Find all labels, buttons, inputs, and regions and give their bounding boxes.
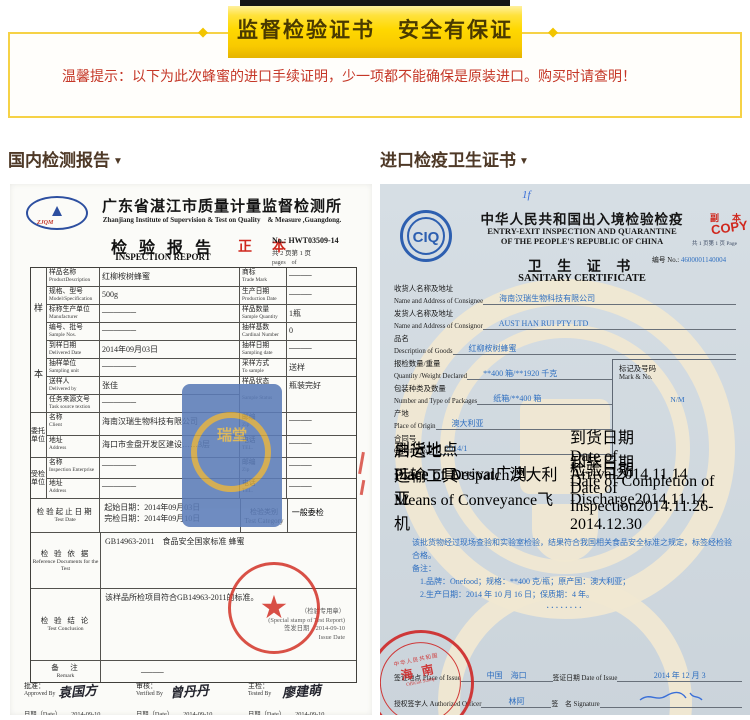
authority-name-cn: 中华人民共和国出入境检验检疫 xyxy=(460,208,704,228)
red-check-mark-icon xyxy=(358,452,365,474)
field-row: 收货人名称及地址 Name and Address of Consignee海南… xyxy=(394,284,736,309)
group-char: 样 xyxy=(34,301,43,314)
ciq-logo-icon: CIQ xyxy=(400,210,452,262)
section-header-domestic-report[interactable]: 国内检测报告▼ xyxy=(8,146,123,171)
field-row: 包装种类及数量 Number and Type of Packages纸箱/**… xyxy=(394,384,612,409)
chevron-down-icon: ▼ xyxy=(519,156,529,167)
section-header-label: 国内检测报告 xyxy=(8,151,110,170)
table-row: 样品名称ProductDescription 红柳桉树蜂蜜 商标Trade Ma… xyxy=(47,268,356,286)
authority-name-en1: ENTRY-EXIT INSPECTION AND QUARANTINE xyxy=(460,226,704,236)
signature-block: 审核： Verified By 曾丹丹 日期（Date）2014-09-10 xyxy=(136,681,248,715)
group-label-sample: 样 本 xyxy=(31,268,47,412)
field-row-two-col: 运输工具 Means of Conveyance飞机 检验日期 Date of … xyxy=(394,509,736,534)
pages-en: pages of xyxy=(272,257,368,266)
handwritten-signature: 袁国方 xyxy=(57,680,97,702)
diamond-icon: ◆ xyxy=(198,24,208,40)
pages-cn: 共 2 页第 1 页 xyxy=(272,250,311,257)
star-icon: ★ xyxy=(231,565,317,649)
field-row: 品名 Description of Goods红柳桉树蜂蜜 xyxy=(394,334,736,359)
dotted-line: ········ xyxy=(394,601,736,614)
chevron-down-icon: ▼ xyxy=(113,156,123,167)
field-row: 发货人名称及地址 Name and Address of ConsignorAU… xyxy=(394,309,736,334)
group-label-client: 委托单位 xyxy=(31,413,47,457)
sanitary-certificate: 1f CIQ 中华人民共和国出入境检验检疫 ENTRY-EXIT INSPECT… xyxy=(380,184,750,715)
test-category-value: 一般委检 xyxy=(287,499,356,532)
certificate-title-en: SANITARY CERTIFICATE xyxy=(460,273,704,284)
red-check-mark-icon xyxy=(360,480,366,495)
red-round-stamp-icon: ★ xyxy=(228,562,320,654)
seal-characters: 瑞堂 xyxy=(182,428,282,445)
gold-ring-icon xyxy=(191,412,271,492)
institute-name-en: Zhanjiang Institute of Supervision & Tes… xyxy=(72,215,372,225)
report-pages: 共 2 页第 1 页 pages of xyxy=(272,247,368,266)
banner-title: 监督检验证书 安全有保证 xyxy=(228,6,522,58)
table-row: 到样日期Delivered Date 2014年09月03日 抽样日期Sampl… xyxy=(47,340,356,358)
place-of-issue-value: 中国 海口 xyxy=(461,670,553,682)
mark-value: N/M xyxy=(619,395,736,404)
group-char: 本 xyxy=(34,367,43,380)
signature-label: 签 名 Signature xyxy=(551,698,599,708)
notice-text: 温馨提示：以下为此次蜂蜜的进口手续证明，少一项都不能确保是原装进口。购买时请查明… xyxy=(62,66,722,86)
table-row: 标称生产单位Manufacturer ────── 样品数量Sample Qua… xyxy=(47,304,356,322)
table-row: 编号、批号Sample Nos. ────── 抽样基数Cardinal Num… xyxy=(47,322,356,340)
official-red-stamp-icon: 中华人民共和国 海 南 Official Stamp xyxy=(380,620,484,715)
diamond-icon: ◆ xyxy=(548,24,558,40)
authorized-officer-value: 林阿 xyxy=(481,696,551,708)
inspection-result-paragraph: 该批货物经过现场查验和实验室检验，结果符合我国相关食品安全标准之规定，标签经检验… xyxy=(394,536,736,614)
report-number: No.: HWT03509-14 xyxy=(272,236,368,245)
promo-page: 监督检验证书 安全有保证 ◆ ◆ 温馨提示：以下为此次蜂蜜的进口手续证明，少一项… xyxy=(0,0,750,720)
date-of-issue-label: 签证日期 Date of Issue xyxy=(553,672,618,682)
domestic-inspection-report: ▲ ZJQM 广东省湛江市质量计量监督检测所 Zhanjiang Institu… xyxy=(10,184,372,715)
handwritten-signature: 廖建萌 xyxy=(281,680,321,702)
date-of-issue-value: 2014 年 12 月 3 xyxy=(617,670,742,682)
section-header-import-certificate[interactable]: 进口检疫卫生证书▼ xyxy=(380,146,529,171)
certificate-fields: 收货人名称及地址 Name and Address of Consignee海南… xyxy=(394,284,736,534)
table-row: 抽样单位Sampling unit ────── 采样方式To sample 送… xyxy=(47,358,356,376)
pen-mark: 1f xyxy=(522,189,531,201)
signature-footer: 批准： Approved By 袁国方 日期（Date）2014-09-10 审… xyxy=(24,681,360,715)
handwritten-signature: 曾丹丹 xyxy=(169,680,209,702)
certificate-number-label: 编号 No.: xyxy=(652,257,679,264)
group-label-enterprise: 受检单位 xyxy=(31,458,47,498)
signature-block: 批准： Approved By 袁国方 日期（Date）2014-09-10 xyxy=(24,681,136,715)
field-row: 报检数量/重量 Quantity /Weight Declared**400 箱… xyxy=(394,359,612,384)
ciq-logo-text: CIQ xyxy=(407,217,445,255)
report-title-en: INSPECTION REPORT xyxy=(88,252,238,262)
remark-row: 备 注Remark ──── xyxy=(31,660,356,682)
institute-name-cn: 广东省湛江市质量计量监督检测所 xyxy=(78,195,366,216)
logo-text: ZJQM xyxy=(37,220,53,226)
reference-value: GB14963-2011 食品安全国家标准 蜂蜜 xyxy=(101,533,356,588)
certificate-number-value: 4600001140004 xyxy=(681,256,726,264)
certificate-number: 编号 No.: 4600001140004 xyxy=(652,254,748,264)
table-row: 规格、型号Model/Specification 500g 生产日期Produc… xyxy=(47,286,356,304)
signature-block: 主检： Tested By 廖建萌 日期（Date）2014-09-10 xyxy=(248,681,360,715)
signature-scribble xyxy=(600,690,742,708)
section-header-label: 进口检疫卫生证书 xyxy=(380,151,516,170)
authority-name-en2: OF THE PEOPLE'S REPUBLIC OF CHINA xyxy=(460,237,704,246)
page-note: 共 1 页第 1 页 Page xyxy=(692,239,746,247)
blue-gold-seal-watermark: 瑞堂 xyxy=(182,384,282,527)
